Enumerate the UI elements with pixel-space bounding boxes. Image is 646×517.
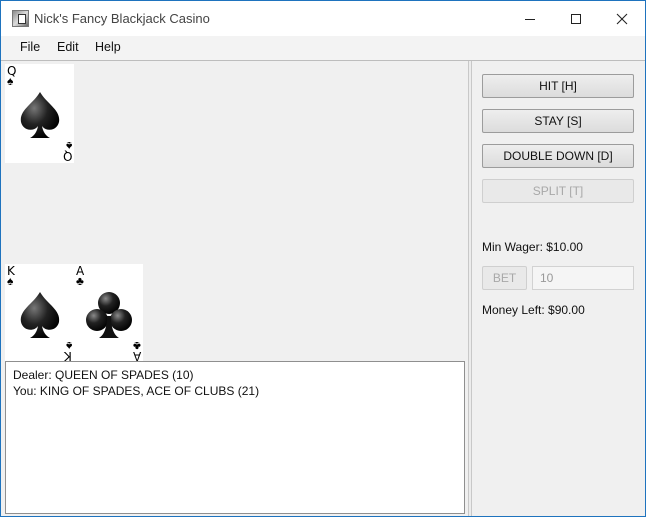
maximize-button[interactable] [553, 1, 599, 36]
close-icon [616, 13, 628, 24]
card-table: Q ♠ ♠ Q K ♠ ♠ K A ♣ ♣ A [1, 61, 468, 363]
stay-button[interactable]: STAY [S] [482, 109, 634, 133]
split-pane-divider[interactable] [468, 61, 472, 516]
bet-amount-input[interactable] [532, 266, 634, 290]
menu-help[interactable]: Help [95, 40, 121, 54]
spade-icon [20, 92, 60, 138]
window-title: Nick's Fancy Blackjack Casino [34, 11, 210, 26]
hit-button[interactable]: HIT [H] [482, 74, 634, 98]
menu-edit[interactable]: Edit [57, 40, 79, 54]
bet-button[interactable]: BET [482, 266, 527, 290]
double-down-button[interactable]: DOUBLE DOWN [D] [482, 144, 634, 168]
card-suit: ♠ [7, 74, 14, 88]
min-wager-label: Min Wager: $10.00 [482, 240, 583, 254]
spade-icon [20, 292, 60, 338]
control-panel: HIT [H] STAY [S] DOUBLE DOWN [D] SPLIT [… [473, 61, 645, 516]
content-area: Q ♠ ♠ Q K ♠ ♠ K A ♣ ♣ A Dealer: QUEEN OF… [1, 61, 645, 516]
title-bar[interactable]: Nick's Fancy Blackjack Casino [1, 1, 645, 36]
player-card: A ♣ ♣ A [74, 264, 143, 363]
minimize-button[interactable] [507, 1, 553, 36]
log-line: Dealer: QUEEN OF SPADES (10) [13, 368, 194, 382]
money-left-label: Money Left: $90.00 [482, 303, 585, 317]
menu-bar: File Edit Help [1, 36, 645, 61]
card-suit: ♠ [7, 274, 14, 288]
card-suit: ♣ [76, 274, 84, 288]
log-line: You: KING OF SPADES, ACE OF CLUBS (21) [13, 384, 260, 398]
club-icon [86, 292, 132, 338]
split-button[interactable]: SPLIT [T] [482, 179, 634, 203]
card-rank: Q [62, 149, 72, 163]
maximize-icon [571, 13, 581, 24]
game-log[interactable]: Dealer: QUEEN OF SPADES (10) You: KING O… [5, 361, 465, 514]
dealer-card: Q ♠ ♠ Q [5, 64, 74, 163]
player-card: K ♠ ♠ K [5, 264, 74, 363]
minimize-icon [525, 18, 535, 20]
menu-file[interactable]: File [20, 40, 40, 54]
close-button[interactable] [599, 1, 645, 36]
app-icon [12, 10, 29, 27]
app-window: Nick's Fancy Blackjack Casino File Edit … [0, 0, 646, 517]
